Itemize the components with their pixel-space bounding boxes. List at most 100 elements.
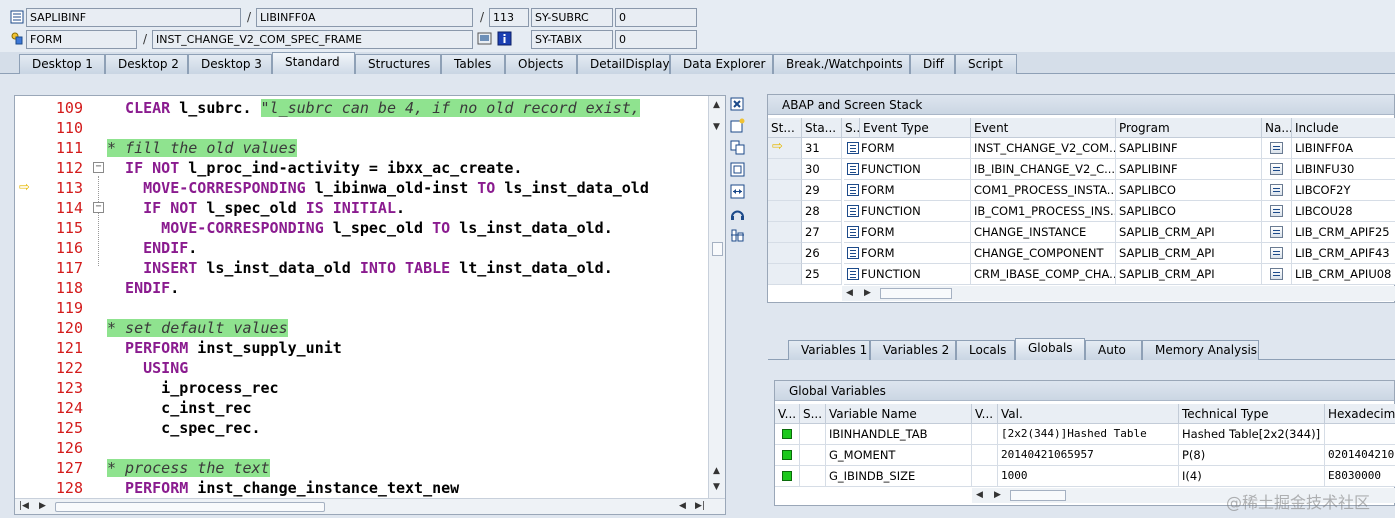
program-name[interactable]: SAPLIBINF — [1116, 138, 1262, 159]
include-field[interactable]: LIBINFF0A — [256, 8, 473, 27]
collapse-toggle[interactable]: − — [93, 162, 104, 173]
column-header[interactable]: V... — [972, 404, 998, 424]
scroll-down-icon[interactable]: ▼ — [713, 482, 720, 492]
navigate-icon[interactable] — [1262, 243, 1292, 264]
navigate-icon[interactable] — [1262, 222, 1292, 243]
variable-value[interactable]: 1000 — [998, 466, 1179, 487]
tab-diff[interactable]: Diff — [910, 54, 955, 74]
program-name[interactable]: SAPLIB_CRM_API — [1116, 243, 1262, 264]
tab-data-explorer[interactable]: Data Explorer — [670, 54, 773, 74]
code-line[interactable]: 109 CLEAR l_subrc. "l_subrc can be 4, if… — [15, 98, 725, 118]
event-name[interactable]: IB_IBIN_CHANGE_V2_C... — [971, 159, 1116, 180]
code-line[interactable]: 111 * fill the old values — [15, 138, 725, 158]
collapse-toggle[interactable]: − — [93, 202, 104, 213]
variable-name[interactable]: G_MOMENT — [826, 445, 972, 466]
sy-tabix-value[interactable]: 0 — [615, 30, 697, 49]
column-header[interactable]: St... — [768, 118, 802, 138]
include-name[interactable]: LIBCOU28 — [1292, 201, 1395, 222]
column-header[interactable]: Val. — [998, 404, 1179, 424]
event-name[interactable]: INST_CHANGE_V2_COM... — [971, 138, 1116, 159]
new-tool-icon[interactable] — [729, 118, 745, 134]
include-name[interactable]: LIBCOF2Y — [1292, 180, 1395, 201]
scroll-right-icon[interactable]: ▶ — [39, 501, 46, 511]
row-selector[interactable] — [768, 159, 802, 180]
column-header[interactable]: Program — [1116, 118, 1262, 138]
column-header[interactable]: Variable Name — [826, 404, 972, 424]
navigate-icon[interactable] — [1262, 138, 1292, 159]
event-name[interactable]: IB_COM1_PROCESS_INS... — [971, 201, 1116, 222]
tab-standard[interactable]: Standard — [272, 52, 355, 74]
column-header[interactable]: Technical Type — [1179, 404, 1325, 424]
program-name[interactable]: SAPLIBCO — [1116, 201, 1262, 222]
editor-vertical-scrollbar[interactable]: ▲ ▼ ▲ ▼ — [708, 96, 725, 498]
sy-subrc-value[interactable]: 0 — [615, 8, 697, 27]
code-line[interactable]: 125 c_spec_rec. — [15, 418, 725, 438]
include-name[interactable]: LIB_CRM_APIF25 — [1292, 222, 1395, 243]
stack-level[interactable]: 26 — [802, 243, 842, 264]
include-name[interactable]: LIBINFF0A — [1292, 138, 1395, 159]
row-selector[interactable] — [768, 180, 802, 201]
column-header[interactable]: Sta... — [802, 118, 842, 138]
column-header[interactable]: Event — [971, 118, 1116, 138]
event-type[interactable]: FUNCTION — [844, 264, 971, 285]
event-name[interactable]: CRM_IBASE_COMP_CHA... — [971, 264, 1116, 285]
event-name[interactable]: COM1_PROCESS_INSTA... — [971, 180, 1116, 201]
event-name[interactable]: CHANGE_COMPONENT — [971, 243, 1116, 264]
tab-detaildisplay[interactable]: DetailDisplay — [577, 54, 670, 74]
column-header[interactable]: Include — [1292, 118, 1395, 138]
include-name[interactable]: LIB_CRM_APIF43 — [1292, 243, 1395, 264]
scroll-right-icon[interactable]: ▶ — [864, 288, 871, 298]
event-type-field[interactable]: FORM — [26, 30, 137, 49]
event-name[interactable]: CHANGE_INSTANCE — [971, 222, 1116, 243]
column-header[interactable]: Hexadecimal — [1325, 404, 1395, 424]
line-field[interactable]: 113 — [489, 8, 529, 27]
tab-objects[interactable]: Objects — [505, 54, 577, 74]
variable-name[interactable]: IBINHANDLE_TAB — [826, 424, 972, 445]
tab-tables[interactable]: Tables — [441, 54, 505, 74]
code-line[interactable]: 120 * set default values — [15, 318, 725, 338]
tab-desktop-1[interactable]: Desktop 1 — [19, 54, 105, 74]
event-type[interactable]: FORM — [844, 222, 971, 243]
code-line[interactable]: 118 ENDIF. — [15, 278, 725, 298]
stack-horizontal-scrollbar[interactable]: ◀ ▶ — [842, 286, 1395, 301]
tab-script[interactable]: Script — [955, 54, 1017, 74]
tab-auto[interactable]: Auto — [1085, 340, 1142, 360]
tab-globals[interactable]: Globals — [1015, 338, 1085, 360]
stack-level[interactable]: 28 — [802, 201, 842, 222]
variable-name[interactable]: G_IBINDB_SIZE — [826, 466, 972, 487]
services-icon[interactable] — [729, 206, 745, 222]
variable-value[interactable]: [2x2(344)]Hashed Table — [998, 424, 1179, 445]
scroll-thumb[interactable] — [1010, 490, 1066, 501]
tab-desktop-3[interactable]: Desktop 3 — [188, 54, 272, 74]
code-line[interactable]: 112 − IF NOT l_proc_ind-activity = ibxx_… — [15, 158, 725, 178]
tab-memory-analysis[interactable]: Memory Analysis — [1142, 340, 1259, 360]
navigate-icon[interactable] — [1262, 159, 1292, 180]
column-header[interactable]: S... — [800, 404, 826, 424]
scroll-up-icon[interactable]: ▲ — [713, 466, 720, 476]
scroll-left-icon[interactable]: ◀ — [976, 490, 983, 500]
code-line[interactable]: 128 PERFORM inst_change_instance_text_ne… — [15, 478, 725, 498]
scroll-left-icon[interactable]: ◀ — [846, 288, 853, 298]
code-line[interactable]: 114 − IF NOT l_spec_old IS INITIAL. — [15, 198, 725, 218]
editor-horizontal-scrollbar[interactable]: |◀ ▶ ◀ ▶| — [15, 498, 725, 514]
code-line-current[interactable]: ⇨ 113 MOVE-CORRESPONDING l_ibinwa_old-in… — [15, 178, 725, 198]
copy-tool-icon[interactable] — [729, 140, 745, 156]
code-line[interactable]: 117 INSERT ls_inst_data_old INTO TABLE l… — [15, 258, 725, 278]
scroll-thumb[interactable] — [880, 288, 952, 299]
tab-breakpoints[interactable]: Break./Watchpoints — [773, 54, 910, 74]
code-line[interactable]: 127 * process the text — [15, 458, 725, 478]
event-type[interactable]: FORM — [844, 138, 971, 159]
program-name[interactable]: SAPLIB_CRM_API — [1116, 264, 1262, 285]
close-icon[interactable] — [729, 97, 745, 113]
navigate-icon[interactable] — [1262, 201, 1292, 222]
stack-level[interactable]: 27 — [802, 222, 842, 243]
variable-value[interactable]: 20140421065957 — [998, 445, 1179, 466]
maximize-icon[interactable] — [729, 162, 745, 178]
code-line[interactable]: 115 MOVE-CORRESPONDING l_spec_old TO ls_… — [15, 218, 725, 238]
code-line[interactable]: 110 — [15, 118, 725, 138]
row-selector[interactable] — [768, 201, 802, 222]
scroll-up-icon[interactable]: ▲ — [713, 100, 720, 110]
code-line[interactable]: 121 PERFORM inst_supply_unit — [15, 338, 725, 358]
row-selector[interactable] — [768, 264, 802, 285]
scroll-left-icon[interactable]: |◀ — [19, 501, 29, 511]
